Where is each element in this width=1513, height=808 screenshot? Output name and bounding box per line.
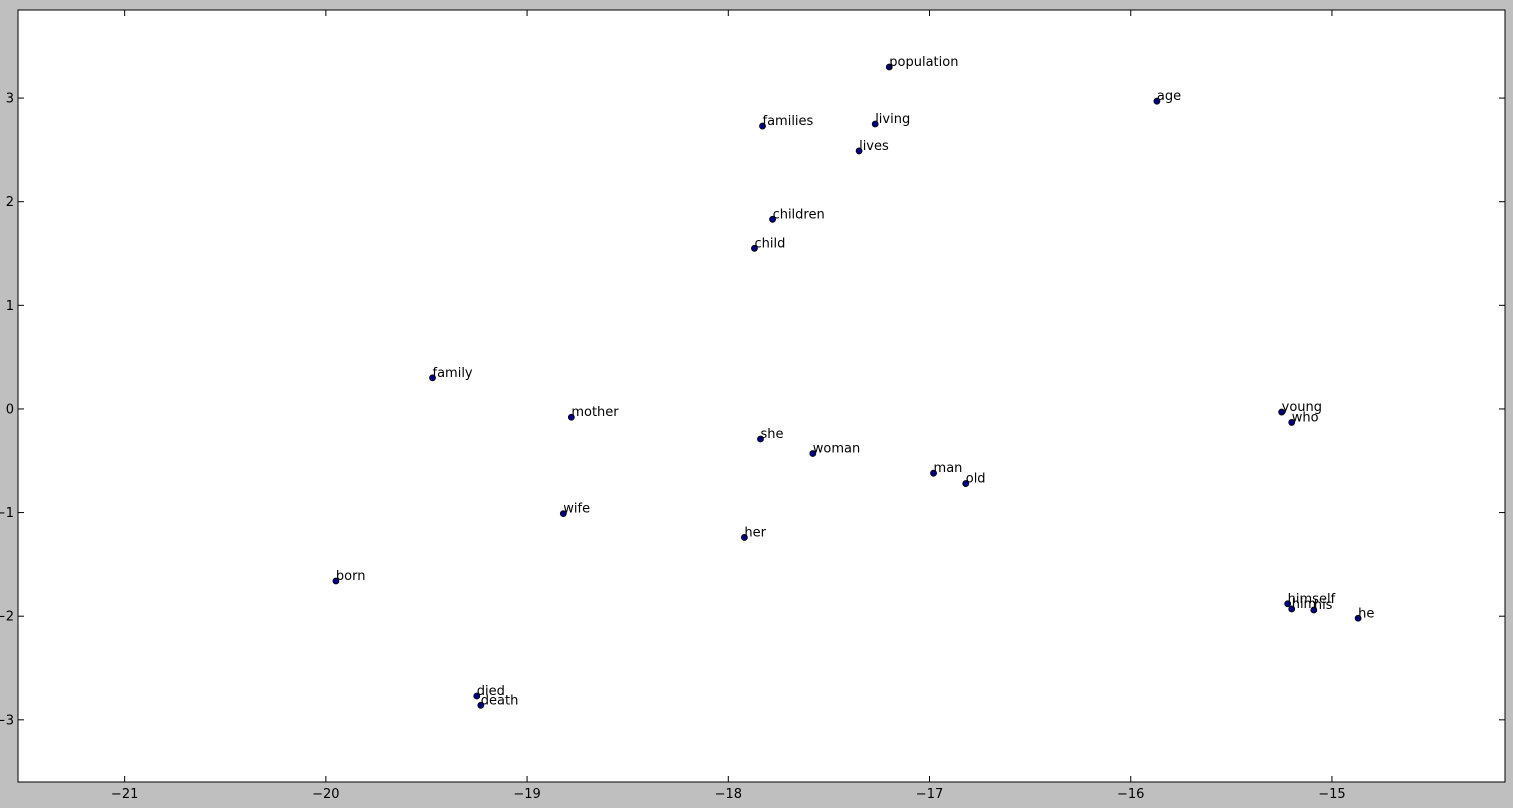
data-label-families: families [763,114,814,129]
data-label-children: children [773,207,825,222]
y-tick-label: 2 [6,195,14,210]
data-label-man: man [934,461,963,476]
x-tick-label: −19 [513,787,540,802]
x-tick-label: −17 [916,787,943,802]
data-label-family: family [433,366,473,381]
data-label-he: he [1358,606,1374,621]
data-label-population: population [889,55,958,70]
data-label-her: her [744,525,766,540]
x-tick-label: −21 [111,787,138,802]
x-tick-label: −20 [312,787,339,802]
data-label-living: living [875,112,910,127]
data-label-she: she [760,427,783,442]
data-label-him: him [1292,597,1317,612]
y-tick-label: 0 [6,402,14,417]
y-tick-label: −3 [0,713,14,728]
data-label-wife: wife [563,502,590,517]
data-label-old: old [966,472,986,487]
scatter-chart: population age families living lives children… [0,0,1513,808]
data-label-born: born [336,569,366,584]
x-tick-label: −18 [715,787,742,802]
x-tick-label: −16 [1117,787,1144,802]
data-label-child: child [754,236,785,251]
data-label-his: his [1314,598,1333,613]
data-label-woman: woman [813,442,860,457]
data-label-age: age [1157,89,1181,104]
data-label-who: who [1292,410,1319,425]
y-tick-label: −2 [0,610,14,625]
y-tick-label: 3 [6,92,14,107]
y-tick-label: 1 [6,299,14,314]
data-label-lives: lives [859,139,889,154]
data-label-death: death [481,693,519,708]
x-tick-label: −15 [1318,787,1345,802]
y-tick-label: −1 [0,506,14,521]
data-label-mother: mother [571,405,619,420]
